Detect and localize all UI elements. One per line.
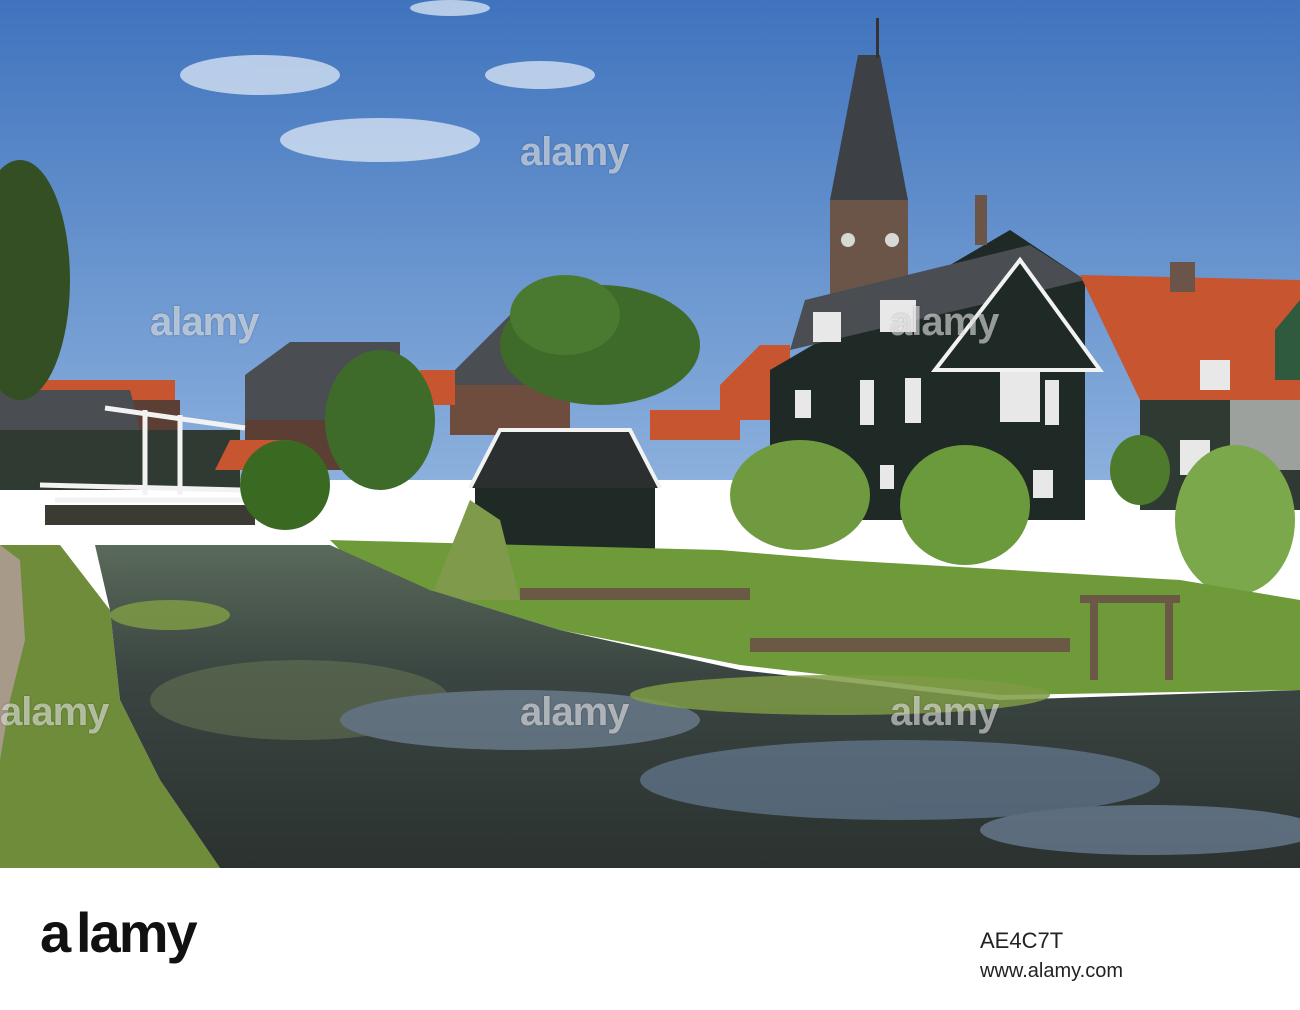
svg-text:lamy: lamy [76, 904, 197, 964]
svg-text:a: a [40, 904, 72, 964]
bridge-deck [45, 505, 255, 525]
image-id: AE4C7T [980, 928, 1064, 953]
alamy-logo: a lamy [40, 904, 240, 968]
village-canal-scene [0, 0, 1300, 868]
footer: a lamy AE4C7T www.alamy.com [0, 868, 1300, 1010]
photo: alamy alamy alamy alamy alamy alamy [0, 0, 1300, 868]
site-url[interactable]: www.alamy.com [980, 960, 1123, 983]
